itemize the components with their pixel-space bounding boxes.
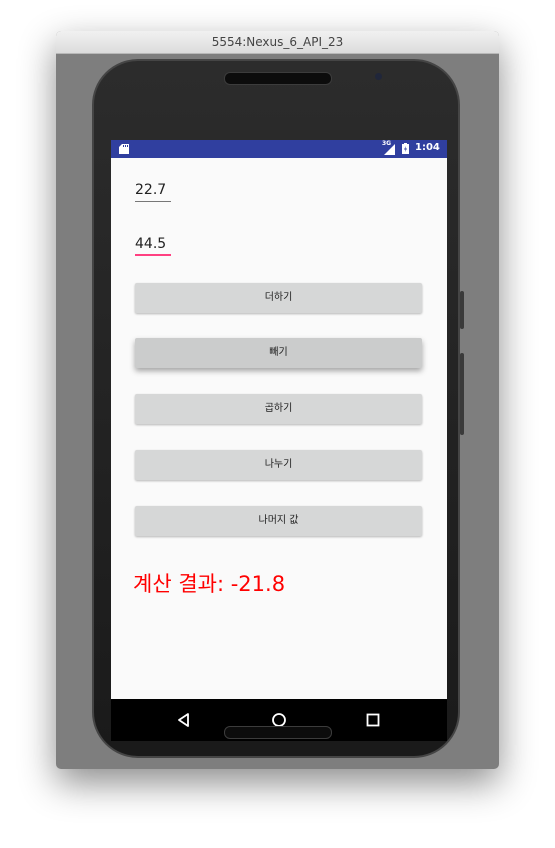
second-number-input[interactable]: 44.5 xyxy=(135,236,171,256)
recents-icon[interactable] xyxy=(362,709,384,731)
remainder-button[interactable]: 나머지 값 xyxy=(135,506,422,536)
signal-icon xyxy=(384,144,395,155)
result-value: -21.8 xyxy=(230,572,286,596)
phone-frame: 3G 1:04 22.7 44.5 더하기 빼기 곱하기 나누기 나머지 값 계… xyxy=(92,59,464,758)
first-number-underline xyxy=(135,201,171,202)
sd-card-icon xyxy=(119,144,129,154)
result-label: 계산 결과: xyxy=(133,572,231,596)
volume-button[interactable] xyxy=(460,353,464,435)
result-text: 계산 결과: -21.8 xyxy=(133,568,285,598)
top-speaker xyxy=(224,72,332,85)
subtract-button[interactable]: 빼기 xyxy=(135,338,422,368)
multiply-button[interactable]: 곱하기 xyxy=(135,394,422,424)
device-screen: 3G 1:04 22.7 44.5 더하기 빼기 곱하기 나누기 나머지 값 계… xyxy=(111,140,447,741)
second-number-underline xyxy=(135,254,171,256)
battery-icon xyxy=(402,143,409,154)
divide-button[interactable]: 나누기 xyxy=(135,450,422,480)
emulator-window: 5554:Nexus_6_API_23 3G 1:04 22.7 44.5 더하… xyxy=(56,31,499,769)
bottom-speaker xyxy=(224,726,332,739)
power-button[interactable] xyxy=(460,291,464,329)
app-content: 22.7 44.5 더하기 빼기 곱하기 나누기 나머지 값 계산 결과: -2… xyxy=(111,158,447,699)
camera-icon xyxy=(375,73,382,80)
second-number-value: 44.5 xyxy=(135,236,167,252)
first-number-value: 22.7 xyxy=(135,182,167,198)
window-title: 5554:Nexus_6_API_23 xyxy=(56,31,499,54)
back-icon[interactable] xyxy=(173,709,195,731)
status-bar: 3G 1:04 xyxy=(111,140,447,158)
add-button[interactable]: 더하기 xyxy=(135,283,422,313)
clock: 1:04 xyxy=(415,142,440,153)
first-number-input[interactable]: 22.7 xyxy=(135,182,171,202)
